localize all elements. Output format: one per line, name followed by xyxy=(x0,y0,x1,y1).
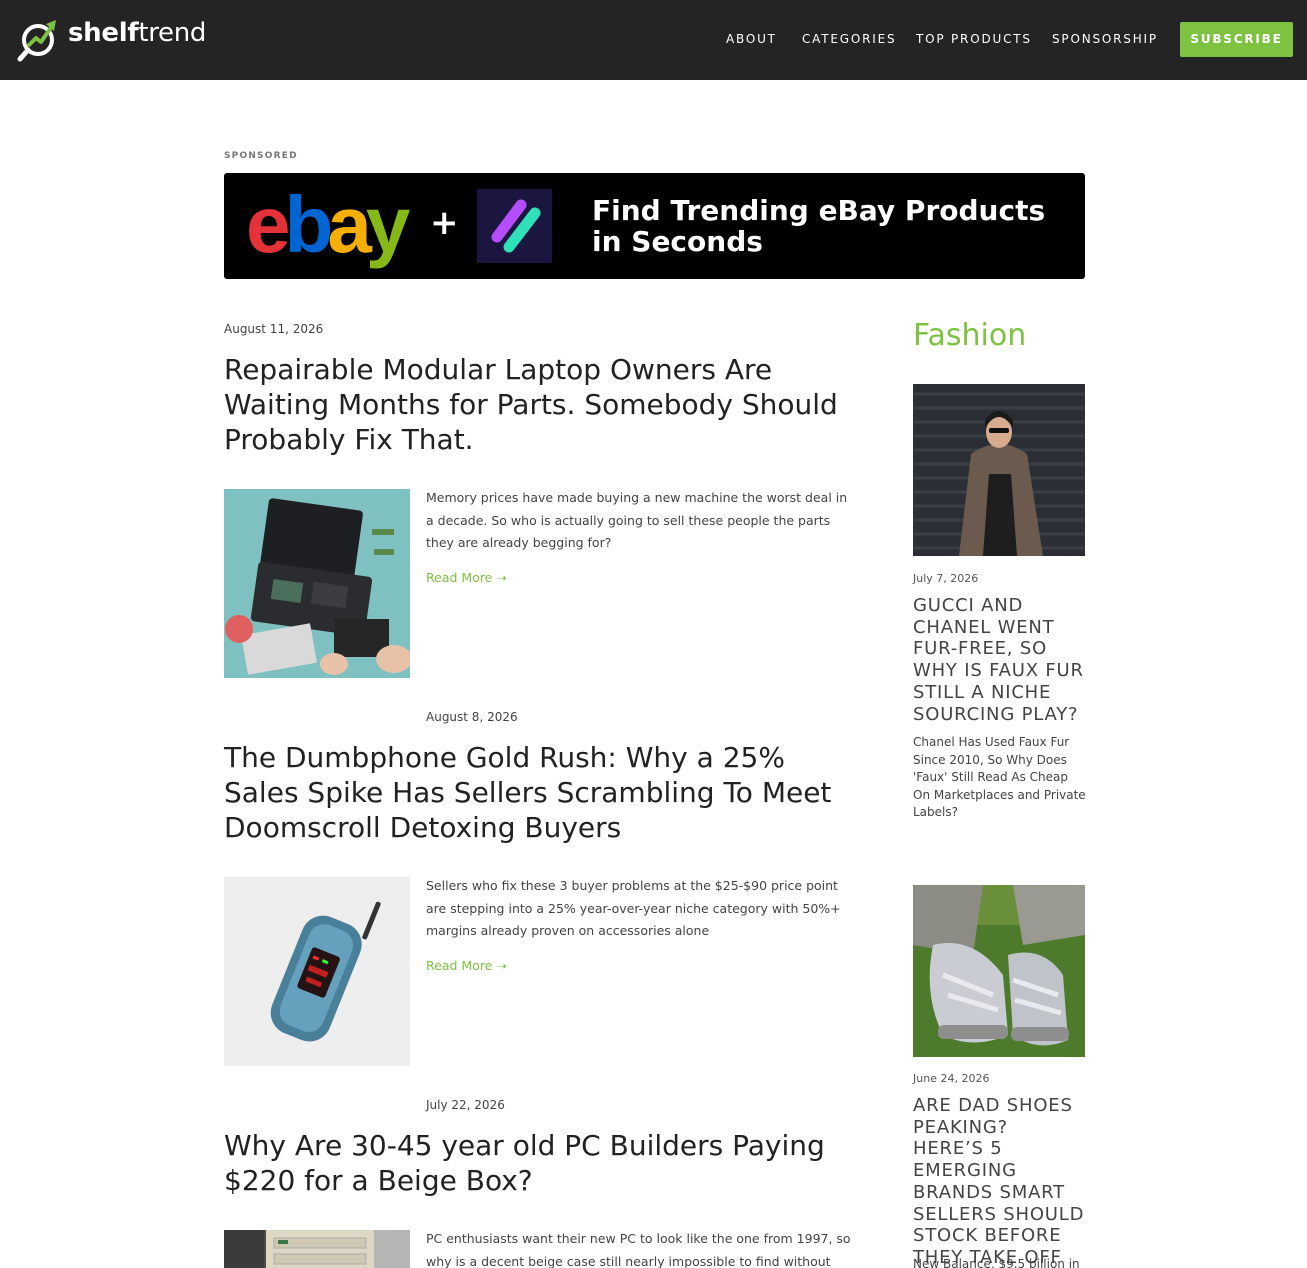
logo-wordmark: shelftrend xyxy=(68,18,207,48)
sponsored-banner[interactable]: ebay + Find Trending eBay Products in Se… xyxy=(224,173,1085,279)
article-title[interactable]: Repairable Modular Laptop Owners Are Wai… xyxy=(224,352,854,457)
read-more-link[interactable]: Read More ➝ xyxy=(426,570,507,585)
article-date: August 11, 2026 xyxy=(224,322,324,336)
nav-about[interactable]: ABOUT xyxy=(726,32,777,46)
article-title[interactable]: Why Are 30-45 year old PC Builders Payin… xyxy=(224,1128,854,1198)
article-excerpt: Sellers who fix these 3 buyer problems a… xyxy=(426,878,841,938)
partner-logo-icon xyxy=(477,189,552,263)
article-date: August 8, 2026 xyxy=(426,710,518,724)
site-header: shelftrend ABOUT CATEGORIES TOP PRODUCTS… xyxy=(0,0,1307,80)
article-excerpt: PC enthusiasts want their new PC to look… xyxy=(426,1231,851,1268)
flip-phone-photo xyxy=(224,877,410,1066)
article-thumbnail[interactable] xyxy=(224,489,410,678)
trend-magnifier-icon xyxy=(17,20,56,62)
sidebar-thumbnail[interactable] xyxy=(913,885,1085,1057)
nav-categories[interactable]: CATEGORIES xyxy=(802,32,896,46)
sidebar-article-title[interactable]: Gucci and Chanel Went Fur-Free, So Why I… xyxy=(913,595,1085,725)
sidebar-thumbnail[interactable] xyxy=(913,384,1085,556)
beige-pc-photo xyxy=(224,1230,410,1268)
ebay-logo: ebay xyxy=(246,180,410,269)
nav-top-products[interactable]: TOP PRODUCTS xyxy=(916,32,1032,46)
article-thumbnail[interactable] xyxy=(224,877,410,1066)
sidebar-article-excerpt: Chanel Has Used Faux Fur Since 2010, So … xyxy=(913,735,1086,819)
article-thumbnail[interactable] xyxy=(224,1230,410,1268)
sidebar-article-excerpt: New Balance, $9.5 billion in xyxy=(913,1257,1080,1268)
sidebar-article-date: July 7, 2026 xyxy=(913,572,979,585)
article-date: July 22, 2026 xyxy=(426,1098,505,1112)
read-more-link[interactable]: Read More ➝ xyxy=(426,958,507,973)
sidebar-article-title[interactable]: Are Dad Shoes Peaking? Here’s 5 Emerging… xyxy=(913,1095,1085,1268)
sidebar-category-title[interactable]: Fashion xyxy=(913,318,1026,353)
article-title[interactable]: The Dumbphone Gold Rush: Why a 25% Sales… xyxy=(224,740,854,845)
dad-shoes-photo xyxy=(913,885,1085,1057)
article-excerpt: Memory prices have made buying a new mac… xyxy=(426,490,848,550)
sponsored-label: SPONSORED xyxy=(224,151,298,161)
modular-laptop-photo xyxy=(224,489,410,678)
banner-plus: + xyxy=(430,203,459,243)
nav-sponsorship[interactable]: SPONSORSHIP xyxy=(1052,32,1158,46)
faux-fur-coat-photo xyxy=(913,384,1085,556)
sidebar-article-date: June 24, 2026 xyxy=(913,1072,990,1085)
site-logo[interactable]: shelftrend xyxy=(16,16,206,62)
subscribe-button[interactable]: SUBSCRIBE xyxy=(1180,22,1293,57)
banner-headline: Find Trending eBay Products in Seconds xyxy=(592,194,1046,258)
